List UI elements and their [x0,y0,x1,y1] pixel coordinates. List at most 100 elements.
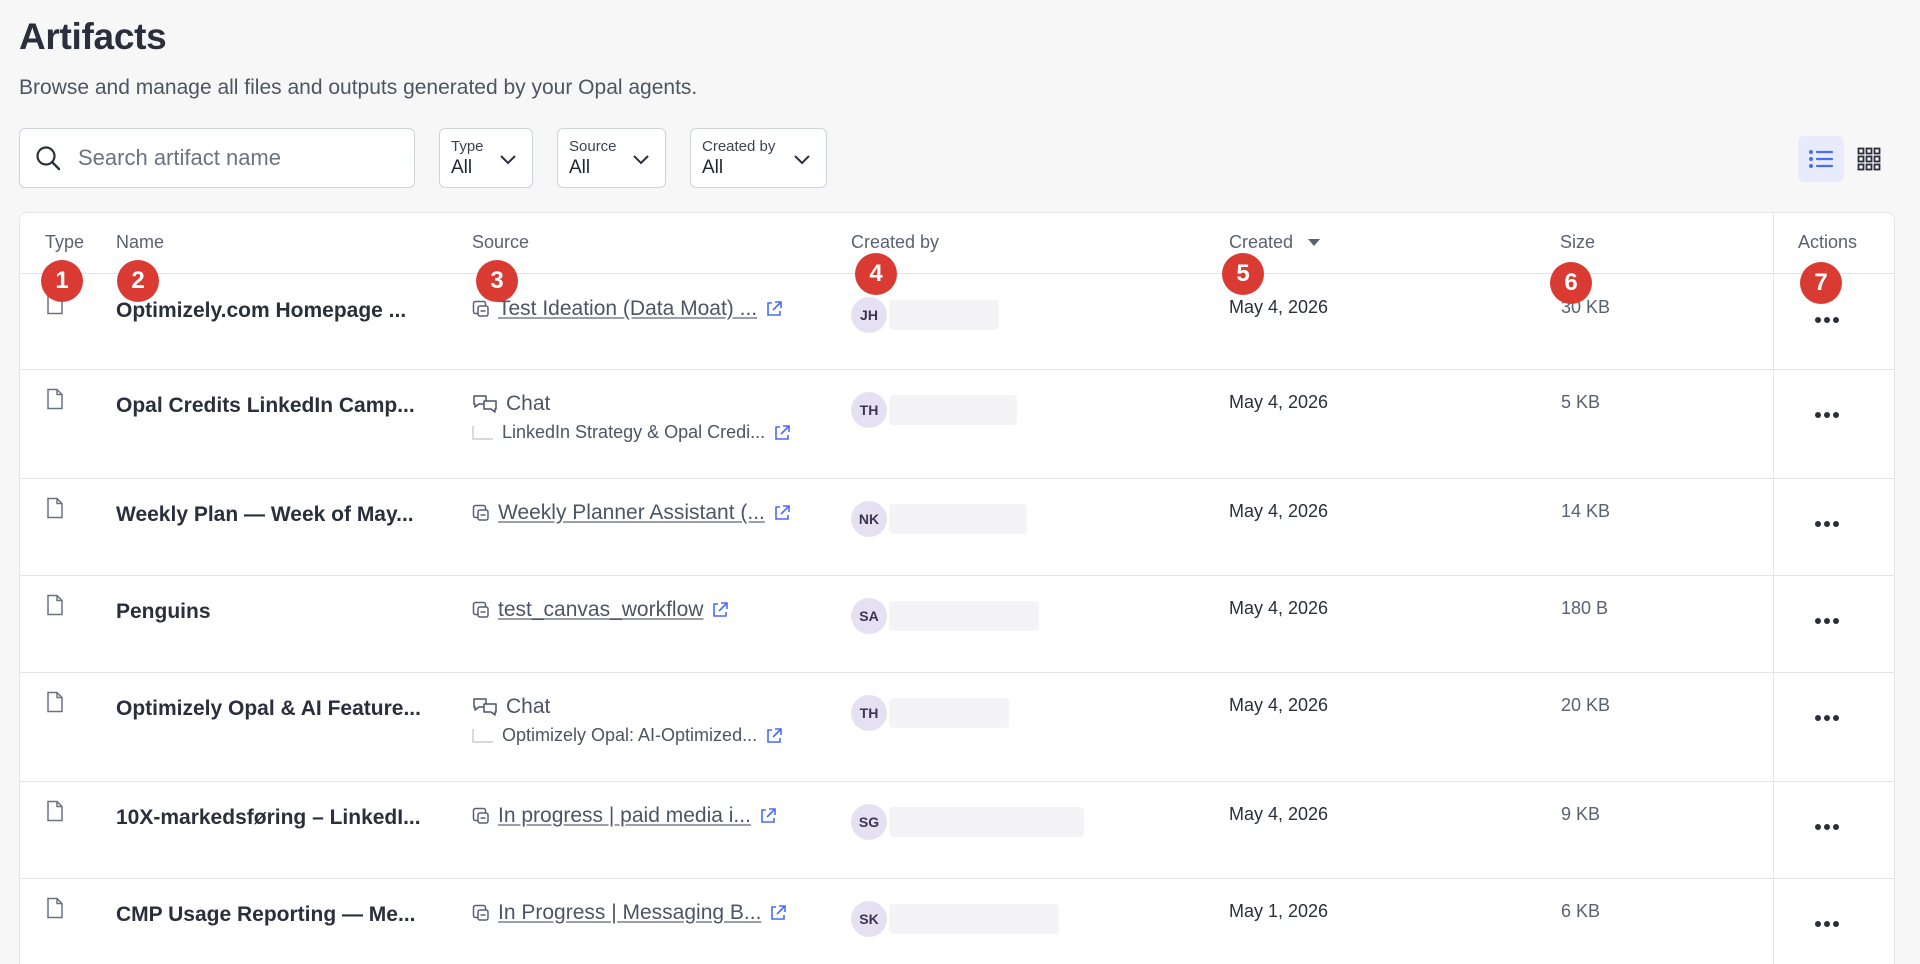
artifact-name[interactable]: CMP Usage Reporting — Me... [116,903,416,927]
table-row[interactable]: Weekly Plan — Week of May... Weekly Plann… [20,479,1894,576]
external-link-icon[interactable] [765,300,783,318]
source-workflow-link[interactable]: In Progress | Messaging B... [498,901,761,925]
more-actions-icon [1815,715,1839,721]
artifact-name[interactable]: Optimizely.com Homepage ... [116,299,406,323]
column-header-type[interactable]: Type [45,232,84,253]
external-link-icon[interactable] [773,504,791,522]
artifact-name[interactable]: Weekly Plan — Week of May... [116,503,414,527]
document-icon [47,691,63,713]
type-cell [46,388,64,415]
page-subtitle: Browse and manage all files and outputs … [19,76,698,99]
document-icon [47,594,63,616]
more-actions-button[interactable] [1810,911,1844,937]
more-actions-button[interactable] [1810,402,1844,428]
source-cell: In progress | paid media i... [472,804,777,828]
workflow-icon [472,601,489,618]
created-by-cell: SA [851,598,887,634]
table-row[interactable]: Penguins test_canvas_workflow SA May 4, 202… [20,576,1894,673]
column-header-name[interactable]: Name [116,232,164,253]
type-cell [46,800,64,827]
annotation-marker: 2 [117,260,159,302]
annotation-marker: 5 [1222,253,1264,295]
chevron-down-icon [794,155,810,165]
column-header-source[interactable]: Source [472,232,529,253]
file-size: 9 KB [1561,804,1601,824]
column-header-size[interactable]: Size [1560,232,1595,253]
document-icon [47,800,63,822]
source-chat-thread-link[interactable]: Optimizely Opal: AI-Optimized... [502,725,757,746]
search-input[interactable]: Search artifact name [19,128,415,188]
more-actions-button[interactable] [1810,511,1844,537]
external-link-icon[interactable] [765,727,783,745]
thread-connector-icon [472,728,493,743]
artifacts-page: Artifacts Browse and manage all files an… [0,0,1920,964]
source-workflow-link[interactable]: test_canvas_workflow [498,598,703,622]
created-date: May 1, 2026 [1229,901,1329,921]
annotation-marker: 7 [1800,262,1842,304]
file-size: 180 B [1561,598,1609,618]
more-actions-button[interactable] [1810,608,1844,634]
sort-descending-icon [1308,239,1321,247]
created-by-cell: SK [851,901,887,937]
annotation-marker: 4 [855,253,897,295]
more-actions-icon [1815,618,1839,624]
created-date: May 4, 2026 [1229,501,1329,521]
more-actions-button[interactable] [1810,814,1844,840]
type-filter[interactable]: Type All [439,128,533,188]
chevron-down-icon [500,155,516,165]
column-header-created[interactable]: Created [1229,232,1321,253]
redacted-creator-name [889,807,1084,837]
artifact-name[interactable]: Opal Credits LinkedIn Camp... [116,394,415,418]
table-row[interactable]: CMP Usage Reporting — Me... In Progress |… [20,879,1894,964]
column-header-actions: Actions [1798,232,1858,252]
more-actions-icon [1815,317,1839,323]
artifact-name[interactable]: Penguins [116,600,211,624]
document-icon [47,388,63,410]
table-row[interactable]: Optimizely Opal & AI Feature... Chat Optim… [20,673,1894,782]
created-by-filter[interactable]: Created by All [690,128,827,188]
redacted-creator-name [889,395,1017,425]
type-cell [46,897,64,924]
workflow-icon [472,504,489,521]
chat-icon [473,395,497,413]
table-row[interactable]: Optimizely.com Homepage ... Test Ideation… [20,275,1894,370]
more-actions-icon [1815,921,1839,927]
source-chat-thread-link[interactable]: LinkedIn Strategy & Opal Credi... [502,422,765,443]
external-link-icon[interactable] [773,424,791,442]
thread-connector-icon [472,425,493,440]
external-link-icon[interactable] [759,807,777,825]
external-link-icon[interactable] [769,904,787,922]
type-cell [46,497,64,524]
grid-view-button[interactable] [1846,136,1892,182]
file-size: 20 KB [1561,695,1611,715]
source-filter[interactable]: Source All [557,128,666,188]
created-by-cell: JH [851,297,887,333]
external-link-icon[interactable] [711,601,729,619]
redacted-creator-name [889,698,1009,728]
artifact-name[interactable]: 10X-markedsføring – LinkedI... [116,806,421,830]
created-date: May 4, 2026 [1229,695,1329,715]
workflow-icon [472,300,489,317]
column-header-created-by[interactable]: Created by [851,232,939,253]
source-workflow-link[interactable]: Weekly Planner Assistant (... [498,501,765,525]
more-actions-button[interactable] [1810,705,1844,731]
created-by-cell: NK [851,501,887,537]
list-view-icon [1809,150,1834,168]
annotation-marker: 6 [1550,262,1592,304]
artifact-name[interactable]: Optimizely Opal & AI Feature... [116,697,421,721]
more-actions-icon [1815,824,1839,830]
file-size: 5 KB [1561,392,1601,412]
avatar: NK [851,501,887,537]
source-cell: test_canvas_workflow [472,598,729,622]
created-by-cell: TH [851,695,887,731]
table-row[interactable]: 10X-markedsføring – LinkedI... In progres… [20,782,1894,879]
artifacts-table: Type Name Source Created by Created Size… [19,212,1895,964]
created-by-cell: TH [851,392,887,428]
created-date: May 4, 2026 [1229,804,1329,824]
source-workflow-link[interactable]: In progress | paid media i... [498,804,751,828]
more-actions-button[interactable] [1810,307,1844,333]
list-view-button[interactable] [1798,136,1844,182]
created-date: May 4, 2026 [1229,392,1329,412]
source-workflow-link[interactable]: Test Ideation (Data Moat) ... [498,297,757,321]
table-row[interactable]: Opal Credits LinkedIn Camp... Chat LinkedI… [20,370,1894,479]
